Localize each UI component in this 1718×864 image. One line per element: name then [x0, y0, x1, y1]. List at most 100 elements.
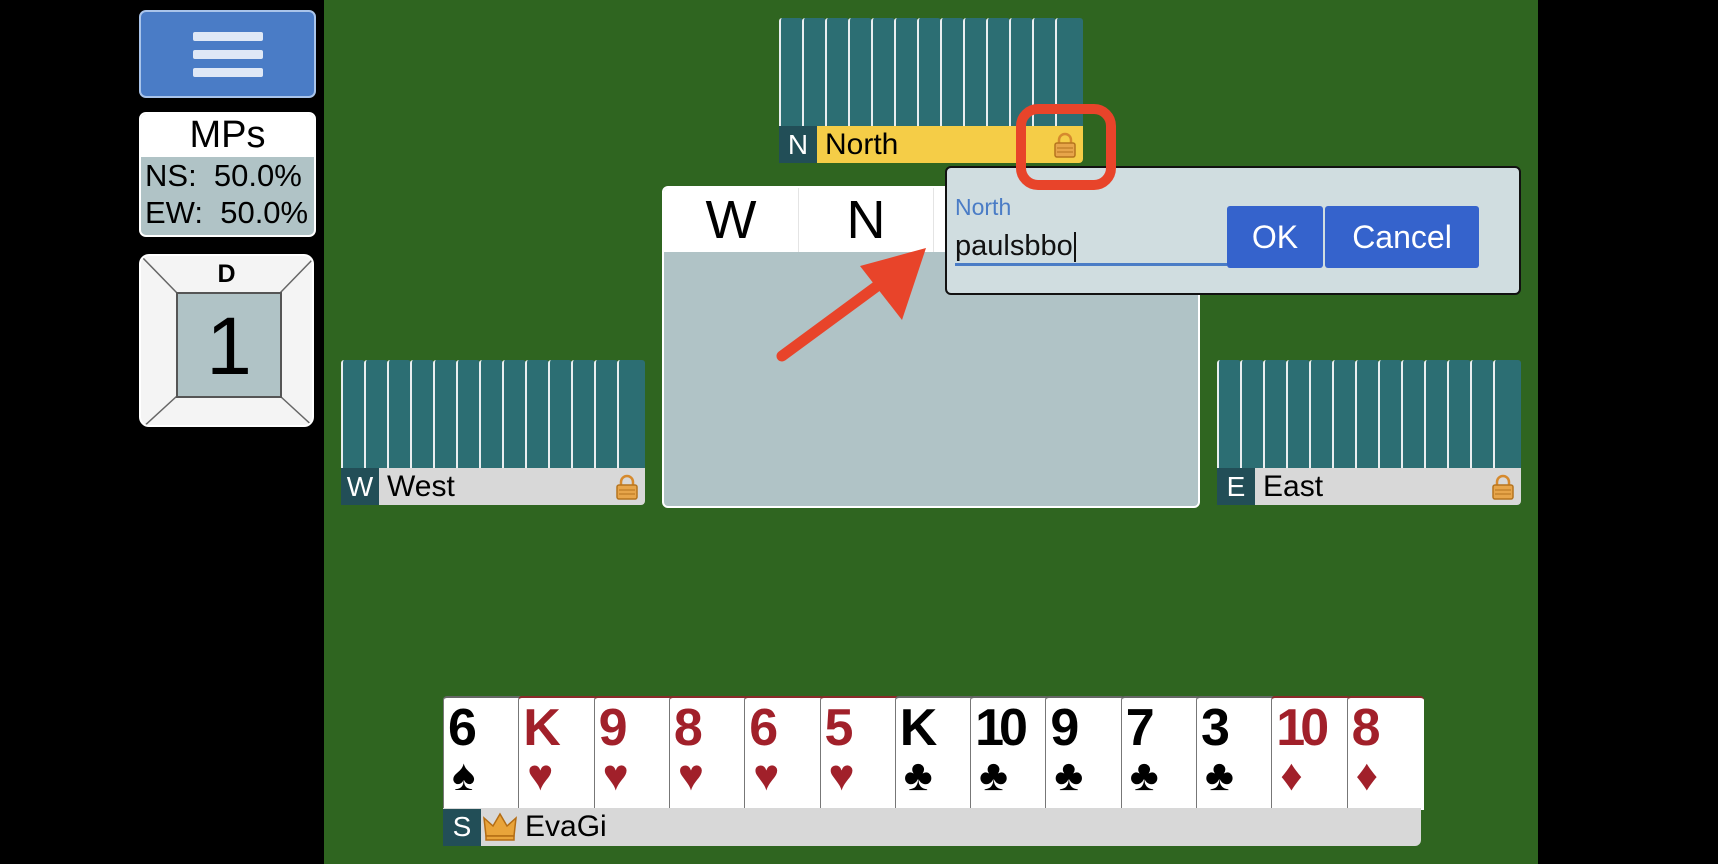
- seat-label-north: N: [779, 126, 817, 163]
- card-back: [1263, 360, 1287, 470]
- card-suit-icon: ♦: [1280, 751, 1303, 800]
- player-name-north: North: [825, 127, 899, 161]
- card-back: [548, 360, 572, 470]
- hand-card[interactable]: 9 ♣: [1045, 696, 1126, 810]
- card-back: [1355, 360, 1379, 470]
- card-back: [1240, 360, 1264, 470]
- hand-card[interactable]: 3 ♣: [1196, 696, 1276, 810]
- card-back: [594, 360, 618, 470]
- annotation-highlight: [1016, 104, 1116, 190]
- hand-card[interactable]: 10 ♣: [970, 696, 1051, 810]
- card-back: [502, 360, 526, 470]
- card-rank: 9: [598, 699, 628, 757]
- ok-button[interactable]: OK: [1227, 206, 1323, 268]
- hand-card[interactable]: 8 ♥: [668, 696, 749, 810]
- ns-score: NS: 50.0%: [145, 158, 302, 193]
- south-nameplate[interactable]: S EvaGi: [443, 808, 1421, 846]
- card-suit-icon: ♣: [903, 751, 933, 800]
- card-back: [1401, 360, 1425, 470]
- card-back: [1470, 360, 1494, 470]
- card-back: [940, 18, 964, 128]
- card-back: [917, 18, 941, 128]
- card-rank: 6: [448, 699, 477, 757]
- card-back: [387, 360, 411, 470]
- card-suit-icon: ♣: [979, 751, 1008, 800]
- seat-label-east: E: [1217, 468, 1255, 505]
- hand-card[interactable]: 5 ♥: [819, 696, 900, 810]
- card-back: [617, 360, 645, 470]
- east-hand: [1217, 360, 1521, 470]
- scoring-type: MPs: [141, 114, 314, 157]
- card-back: [1493, 360, 1521, 470]
- hand-card[interactable]: 7 ♣: [1120, 696, 1201, 810]
- card-back: [963, 18, 987, 128]
- cancel-button[interactable]: Cancel: [1325, 206, 1479, 268]
- player-name-input[interactable]: paulsbbo: [955, 226, 1227, 266]
- card-back: [871, 18, 895, 128]
- card-back: [433, 360, 457, 470]
- card-back: [364, 360, 388, 470]
- padlock-icon[interactable]: [615, 474, 639, 500]
- hand-card[interactable]: K ♣: [894, 696, 975, 810]
- card-back: [1378, 360, 1402, 470]
- card-suit-icon: ♣: [1205, 751, 1234, 800]
- card-back: [456, 360, 480, 470]
- card-rank: 9: [1050, 699, 1079, 757]
- card-back: [825, 18, 849, 128]
- hand-card[interactable]: 8 ♦: [1346, 696, 1424, 810]
- card-back: [525, 360, 549, 470]
- hand-card[interactable]: 9 ♥: [593, 696, 674, 810]
- card-back: [1424, 360, 1448, 470]
- card-rank: 5: [824, 699, 854, 757]
- card-rank: 3: [1201, 699, 1230, 757]
- card-back: [479, 360, 503, 470]
- card-back: [1286, 360, 1310, 470]
- card-suit-icon: ♥: [677, 751, 705, 800]
- dialog-field-label: North: [955, 194, 1012, 220]
- card-rank: 6: [749, 699, 778, 757]
- score-panel: MPs NS: 50.0% EW: 50.0%: [139, 112, 316, 237]
- seat-label-west: W: [341, 468, 379, 505]
- card-rank: K: [523, 699, 560, 757]
- card-back: [1217, 360, 1241, 470]
- card-back: [410, 360, 434, 470]
- card-rank: 10: [975, 699, 1028, 757]
- card-rank: 8: [1351, 699, 1381, 757]
- west-hand: [341, 360, 645, 470]
- west-nameplate[interactable]: W West: [341, 468, 645, 505]
- card-back: [779, 18, 803, 128]
- annotation-arrow: [776, 248, 926, 362]
- card-rank: 8: [673, 699, 703, 757]
- ew-score: EW: 50.0%: [145, 195, 309, 230]
- card-back: [848, 18, 872, 128]
- hand-card[interactable]: 10 ♦: [1271, 696, 1352, 810]
- card-rank: K: [899, 699, 937, 757]
- card-suit-icon: ♣: [1129, 751, 1159, 800]
- board-indicator: D 1: [139, 254, 314, 427]
- card-suit-icon: ♥: [602, 751, 629, 800]
- card-back: [1309, 360, 1333, 470]
- menu-button[interactable]: [139, 10, 316, 98]
- card-back: [894, 18, 918, 128]
- card-rank: 10: [1276, 699, 1329, 757]
- card-suit-icon: ♥: [753, 751, 780, 800]
- player-name-value: paulsbbo: [955, 230, 1073, 262]
- card-rank: 7: [1125, 699, 1155, 757]
- seat-label-south: S: [443, 808, 481, 846]
- player-name-east: East: [1263, 469, 1324, 503]
- hand-card[interactable]: 6 ♠: [443, 696, 523, 810]
- crown-icon: [483, 812, 517, 841]
- card-suit-icon: ♥: [527, 751, 554, 800]
- hand-card[interactable]: K ♥: [518, 696, 599, 810]
- player-name-south: EvaGi: [525, 810, 607, 843]
- card-back: [1332, 360, 1356, 470]
- hamburger-icon: [192, 31, 263, 41]
- card-back: [341, 360, 365, 470]
- east-nameplate[interactable]: E East: [1217, 468, 1521, 505]
- card-back: [1447, 360, 1471, 470]
- card-suit-icon: ♦: [1355, 751, 1379, 800]
- hand-card[interactable]: 6 ♥: [744, 696, 825, 810]
- card-back: [802, 18, 826, 128]
- padlock-icon[interactable]: [1491, 474, 1515, 500]
- card-suit-icon: ♣: [1054, 751, 1084, 800]
